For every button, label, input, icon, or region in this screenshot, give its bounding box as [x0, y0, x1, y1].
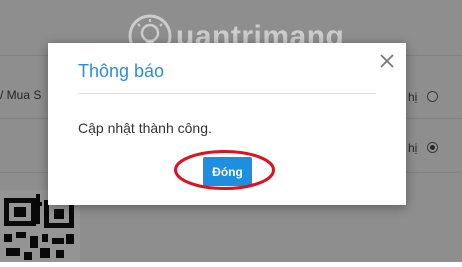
- dialog-title: Thông báo: [78, 61, 165, 81]
- dialog-message: Cập nhật thành công.: [78, 120, 212, 136]
- close-dialog-button[interactable]: Đóng: [203, 157, 252, 186]
- dialog-divider: [78, 93, 376, 94]
- close-icon: [380, 54, 394, 68]
- notification-dialog: Thông báo Cập nhật thành công. Đóng: [48, 43, 406, 205]
- close-button[interactable]: [378, 52, 396, 70]
